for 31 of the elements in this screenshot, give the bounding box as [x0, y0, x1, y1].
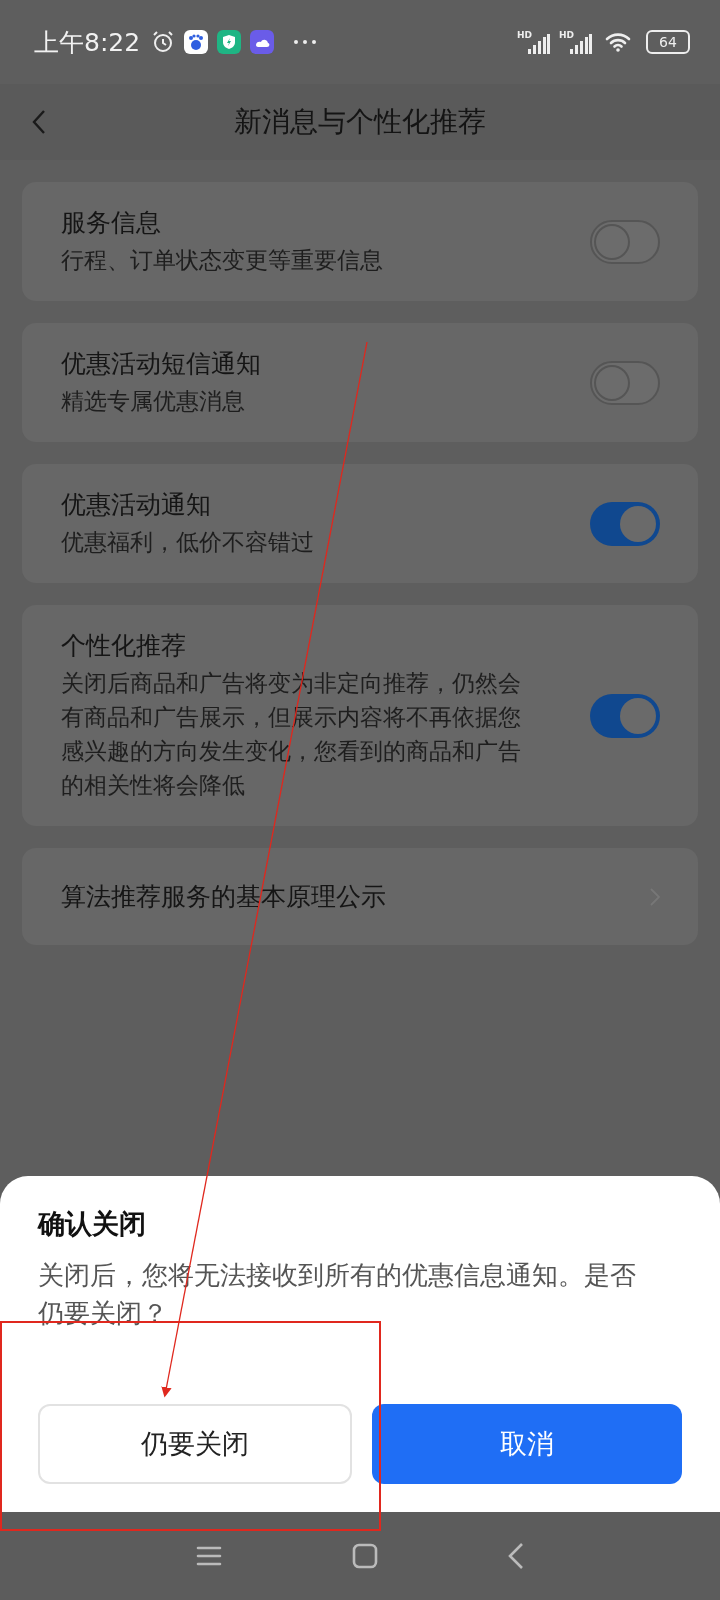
cancel-button[interactable]: 取消	[372, 1404, 682, 1484]
settings-card[interactable]: 优惠活动通知 优惠福利，低价不容错过	[22, 464, 698, 583]
cloud-app-icon	[250, 30, 275, 54]
shield-app-icon	[217, 30, 242, 54]
status-time: 上午8:22	[34, 26, 141, 59]
toggle-switch[interactable]	[590, 693, 660, 738]
back-icon[interactable]	[32, 109, 46, 135]
wifi-icon	[605, 32, 631, 52]
setting-description: 优惠福利，低价不容错过	[61, 528, 315, 557]
more-notifications-icon	[293, 39, 318, 45]
battery-indicator: 64	[646, 30, 690, 54]
toggle-switch[interactable]	[590, 501, 660, 546]
setting-description: 行程、订单状态变更等重要信息	[61, 246, 384, 275]
setting-title: 服务信息	[61, 207, 162, 239]
setting-title: 个性化推荐	[61, 630, 187, 662]
dialog-title: 确认关闭	[38, 1207, 147, 1241]
back-icon[interactable]	[508, 1542, 524, 1570]
setting-title: 优惠活动短信通知	[61, 348, 262, 380]
network-type: HD	[559, 30, 574, 40]
setting-title: 算法推荐服务的基本原理公示	[61, 881, 387, 913]
settings-card[interactable]: 优惠活动短信通知 精选专属优惠消息	[22, 323, 698, 442]
setting-description: 精选专属优惠消息	[61, 387, 246, 416]
page-title: 新消息与个性化推荐	[234, 104, 486, 140]
setting-title: 优惠活动通知	[61, 489, 212, 521]
settings-card[interactable]: 算法推荐服务的基本原理公示	[22, 848, 698, 945]
network-type: HD	[516, 30, 532, 40]
settings-card[interactable]: 服务信息 行程、订单状态变更等重要信息	[22, 182, 698, 301]
confirm-close-button[interactable]: 仍要关闭	[38, 1404, 352, 1484]
menu-icon[interactable]	[196, 1545, 222, 1567]
paw-app-icon	[184, 30, 209, 54]
home-icon[interactable]	[352, 1543, 378, 1569]
